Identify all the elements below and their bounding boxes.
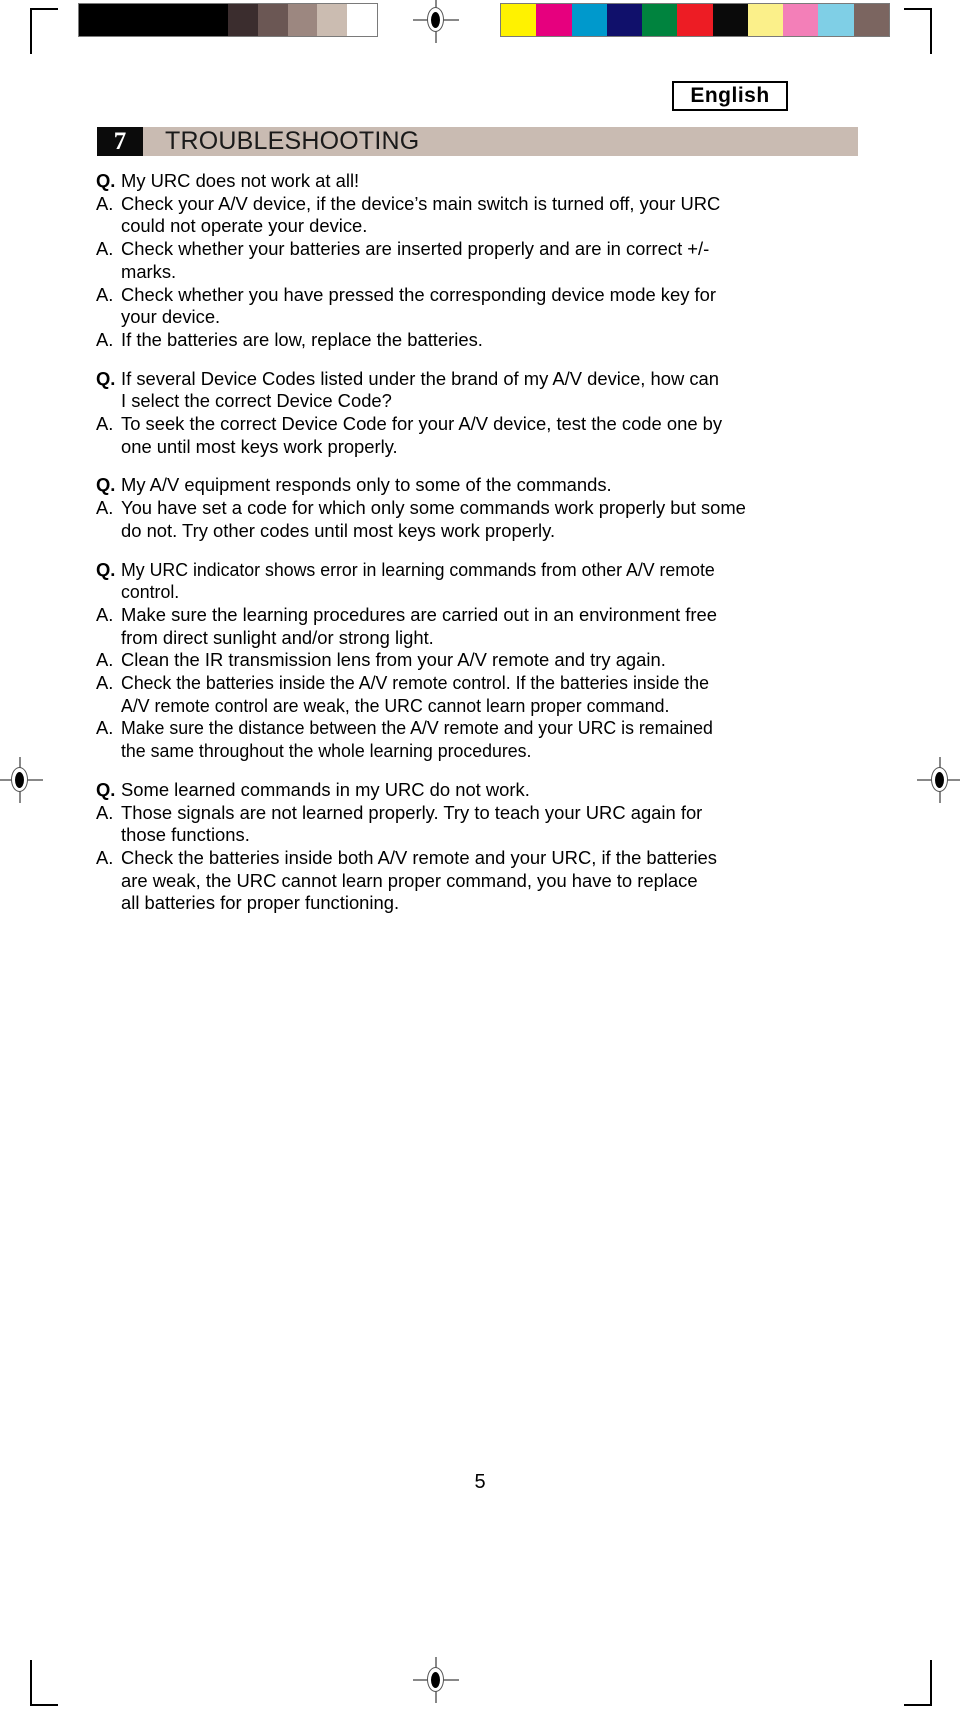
text-line: Clean the IR transmission lens from your… bbox=[121, 649, 666, 671]
text-line: Make sure the distance between the A/V r… bbox=[121, 717, 713, 739]
faq-answer: A. Make sure the distance between the A/V… bbox=[96, 717, 796, 762]
answer-text: Check the batteries inside both A/V remo… bbox=[121, 847, 796, 915]
text-line: your device. bbox=[121, 306, 221, 328]
answer-marker: A. bbox=[96, 846, 114, 868]
answer-marker: A. bbox=[96, 238, 114, 260]
section-number: 7 bbox=[113, 127, 127, 155]
faq-question: Q. Some learned commands in my URC do not… bbox=[96, 779, 796, 802]
language-label: English bbox=[690, 84, 770, 107]
question-text: My URC indicator shows error in learning… bbox=[121, 559, 772, 604]
question-text: Some learned commands in my URC do not w… bbox=[121, 779, 796, 802]
text-line: You have set a code for which only some … bbox=[121, 497, 746, 519]
question-text: If several Device Codes listed under the… bbox=[121, 368, 796, 413]
answer-text: Those signals are not learned properly. … bbox=[121, 802, 796, 847]
answer-text: To seek the correct Device Code for your… bbox=[121, 413, 796, 458]
faq-answer: A. To seek the correct Device Code for yo… bbox=[96, 413, 796, 458]
faq-answer: A. If the batteries are low, replace the … bbox=[96, 329, 796, 352]
text-line: Check whether your batteries are inserte… bbox=[121, 238, 710, 260]
answer-marker: A. bbox=[96, 497, 114, 519]
answer-text: Check your A/V device, if the device’s m… bbox=[121, 193, 796, 238]
answer-marker: A. bbox=[96, 192, 114, 214]
text-line: do not. Try other codes until most keys … bbox=[121, 519, 556, 541]
question-text: My URC does not work at all! bbox=[121, 170, 796, 193]
text-line: one until most keys work properly. bbox=[121, 435, 398, 457]
question-marker: Q. bbox=[96, 558, 116, 580]
text-line: those functions. bbox=[121, 824, 250, 846]
answer-marker: A. bbox=[96, 649, 114, 671]
text-line: Check your A/V device, if the device’s m… bbox=[121, 192, 721, 214]
text-line: My A/V equipment responds only to some o… bbox=[121, 474, 612, 496]
section-title-bar: TROUBLESHOOTING bbox=[143, 127, 858, 156]
section-header: 7 TROUBLESHOOTING bbox=[97, 127, 858, 156]
text-line: My URC does not work at all! bbox=[121, 170, 360, 191]
answer-text: If the batteries are low, replace the ba… bbox=[121, 329, 796, 352]
faq-answer: A. Check whether you have pressed the cor… bbox=[96, 284, 796, 329]
faq-answer: A. Make sure the learning procedures are … bbox=[96, 604, 796, 649]
faq-answer: A. You have set a code for which only som… bbox=[96, 497, 796, 542]
faq-question: Q. My A/V equipment responds only to some… bbox=[96, 474, 796, 497]
answer-text: You have set a code for which only some … bbox=[121, 497, 796, 542]
qa-group: Q. My URC indicator shows error in learni… bbox=[96, 559, 796, 763]
page-title: TROUBLESHOOTING bbox=[165, 127, 420, 155]
section-number-badge: 7 bbox=[97, 127, 143, 156]
text-line: from direct sunlight and/or strong light… bbox=[121, 626, 434, 648]
answer-text: Clean the IR transmission lens from your… bbox=[121, 649, 796, 672]
answer-text: Make sure the learning procedures are ca… bbox=[121, 604, 796, 649]
text-line: If the batteries are low, replace the ba… bbox=[121, 328, 483, 350]
question-marker: Q. bbox=[96, 367, 116, 389]
question-text: My A/V equipment responds only to some o… bbox=[121, 474, 796, 497]
text-line: are weak, the URC cannot learn proper co… bbox=[121, 869, 698, 891]
faq-answer: A. Clean the IR transmission lens from yo… bbox=[96, 649, 796, 672]
text-line: Check the batteries inside the A/V remot… bbox=[121, 672, 709, 694]
faq-question: Q. My URC does not work at all! bbox=[96, 170, 796, 193]
qa-group: Q. Some learned commands in my URC do not… bbox=[96, 779, 796, 915]
text-line: A/V remote control are weak, the URC can… bbox=[121, 694, 670, 716]
answer-marker: A. bbox=[96, 672, 114, 694]
faq-answer: A. Those signals are not learned properly… bbox=[96, 802, 796, 847]
text-line: To seek the correct Device Code for your… bbox=[121, 413, 723, 435]
question-marker: Q. bbox=[96, 170, 116, 191]
language-badge: English bbox=[672, 81, 788, 111]
answer-text: Check the batteries inside the A/V remot… bbox=[121, 672, 772, 717]
text-line: control. bbox=[121, 581, 180, 603]
text-line: all batteries for proper functioning. bbox=[121, 892, 400, 914]
qa-group: Q. If several Device Codes listed under t… bbox=[96, 368, 796, 459]
question-marker: Q. bbox=[96, 778, 116, 800]
text-line: could not operate your device. bbox=[121, 215, 368, 237]
text-line: marks. bbox=[121, 260, 177, 282]
text-line: I select the correct Device Code? bbox=[121, 390, 392, 412]
troubleshooting-faq-list: Q. My URC does not work at all! A. Check yo… bbox=[96, 170, 796, 915]
faq-answer: A. Check the batteries inside the A/V rem… bbox=[96, 672, 796, 717]
text-line: Some learned commands in my URC do not w… bbox=[121, 778, 530, 800]
faq-question: Q. My URC indicator shows error in learni… bbox=[96, 559, 796, 604]
text-line: Check whether you have pressed the corre… bbox=[121, 283, 716, 305]
faq-question: Q. If several Device Codes listed under t… bbox=[96, 368, 796, 413]
text-line: Make sure the learning procedures are ca… bbox=[121, 603, 717, 625]
faq-answer: A. Check the batteries inside both A/V re… bbox=[96, 847, 796, 915]
question-marker: Q. bbox=[96, 474, 116, 496]
text-line: Those signals are not learned properly. … bbox=[121, 801, 703, 823]
answer-marker: A. bbox=[96, 328, 114, 350]
qa-group: Q. My URC does not work at all! A. Check yo… bbox=[96, 170, 796, 352]
text-line: Check the batteries inside both A/V remo… bbox=[121, 846, 717, 868]
manual-page: English 7 TROUBLESHOOTING Q. My URC does … bbox=[0, 0, 960, 1712]
faq-answer: A. Check your A/V device, if the device’s… bbox=[96, 193, 796, 238]
text-line: If several Device Codes listed under the… bbox=[121, 367, 720, 389]
answer-text: Check whether your batteries are inserte… bbox=[121, 238, 796, 283]
faq-answer: A. Check whether your batteries are inser… bbox=[96, 238, 796, 283]
page-number: 5 bbox=[474, 1471, 486, 1493]
answer-marker: A. bbox=[96, 801, 114, 823]
qa-group: Q. My A/V equipment responds only to some… bbox=[96, 474, 796, 542]
text-line: My URC indicator shows error in learning… bbox=[121, 558, 715, 580]
answer-marker: A. bbox=[96, 413, 114, 435]
answer-marker: A. bbox=[96, 283, 114, 305]
answer-marker: A. bbox=[96, 603, 114, 625]
answer-marker: A. bbox=[96, 717, 114, 739]
text-line: the same throughout the whole learning p… bbox=[121, 740, 532, 762]
answer-text: Make sure the distance between the A/V r… bbox=[121, 717, 772, 762]
answer-text: Check whether you have pressed the corre… bbox=[121, 284, 796, 329]
